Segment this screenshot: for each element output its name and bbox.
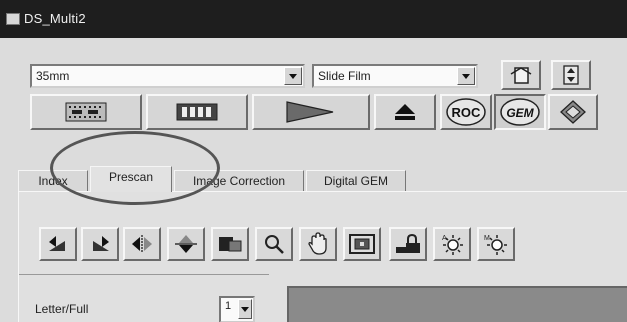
tab-label: Index	[38, 174, 68, 188]
tab-label: Digital GEM	[323, 174, 388, 188]
tab-label: Prescan	[108, 170, 154, 184]
hand-icon	[308, 232, 327, 255]
eject-button[interactable]	[374, 94, 436, 130]
film-strip-dotted-icon	[65, 102, 107, 122]
flip-horizontal-icon	[132, 235, 152, 253]
chevron-down-icon[interactable]	[284, 67, 302, 85]
play-button[interactable]	[252, 94, 370, 130]
main-window: 35mm Slide Film ROC GEM Index Prescan Im…	[0, 38, 627, 322]
tab-digital-gem[interactable]: Digital GEM	[306, 170, 406, 192]
prescan-panel: A M Letter/Full 1	[18, 191, 627, 322]
zoom-button[interactable]	[255, 227, 293, 261]
film-type-select[interactable]: Slide Film	[312, 64, 478, 88]
svg-text:A: A	[442, 235, 447, 242]
hand-button[interactable]	[299, 227, 337, 261]
arrows-vertical-icon	[563, 65, 579, 85]
film-format-value: 35mm	[36, 69, 70, 83]
chevron-down-icon[interactable]	[457, 67, 475, 85]
play-triangle-icon	[286, 101, 334, 123]
svg-text:M: M	[484, 235, 490, 242]
flip-vertical-button[interactable]	[167, 227, 205, 261]
preview-area[interactable]	[287, 286, 627, 322]
rotate-left-button[interactable]	[39, 227, 77, 261]
layout-label: Letter/Full	[35, 302, 89, 316]
film-format-select[interactable]: 35mm	[30, 64, 305, 88]
svg-text:ROC: ROC	[452, 105, 482, 120]
app-icon	[6, 13, 20, 25]
filmstrip-icon	[176, 103, 218, 121]
flip-vertical-icon	[175, 235, 197, 253]
scale-button[interactable]	[551, 60, 591, 90]
document-button[interactable]	[501, 60, 541, 90]
gem-button[interactable]: GEM	[494, 94, 546, 130]
divider	[19, 274, 269, 275]
lock-icon	[396, 233, 420, 253]
frame-icon	[349, 234, 375, 254]
layout-spinner[interactable]: 1	[219, 296, 255, 322]
brightness-icon: A	[442, 235, 463, 255]
svg-text:GEM: GEM	[506, 106, 534, 120]
roc-icon: ROC	[446, 98, 486, 126]
tab-index[interactable]: Index	[18, 170, 88, 192]
rotate-right-button[interactable]	[81, 227, 119, 261]
strip-scan-button[interactable]	[30, 94, 142, 130]
crop-icon	[219, 237, 242, 252]
brightness-button[interactable]: A	[433, 227, 471, 261]
tab-image-correction[interactable]: Image Correction	[174, 170, 304, 192]
window-title: DS_Multi2	[24, 11, 86, 26]
frame-button[interactable]	[343, 227, 381, 261]
lock-button[interactable]	[389, 227, 427, 261]
zoom-icon	[265, 235, 284, 254]
tab-label: Image Correction	[192, 174, 286, 188]
rotate-left-icon	[49, 236, 65, 251]
tab-prescan[interactable]: Prescan	[90, 166, 172, 192]
roc-button[interactable]: ROC	[440, 94, 492, 130]
document-icon	[510, 67, 532, 84]
crop-button[interactable]	[211, 227, 249, 261]
film-type-value: Slide Film	[318, 69, 371, 83]
eject-icon	[395, 104, 415, 120]
gem-icon: GEM	[500, 98, 540, 126]
contrast-button[interactable]: M	[477, 227, 515, 261]
diamond-slide-icon	[560, 100, 586, 124]
chevron-down-icon[interactable]	[238, 299, 252, 319]
title-bar[interactable]: DS_Multi2	[0, 0, 627, 38]
contrast-icon: M	[484, 235, 507, 255]
rotate-right-icon	[93, 236, 109, 251]
layout-spinner-value: 1	[225, 300, 232, 312]
flip-horizontal-button[interactable]	[123, 227, 161, 261]
filmstrip-button[interactable]	[146, 94, 248, 130]
slide-holder-button[interactable]	[548, 94, 598, 130]
